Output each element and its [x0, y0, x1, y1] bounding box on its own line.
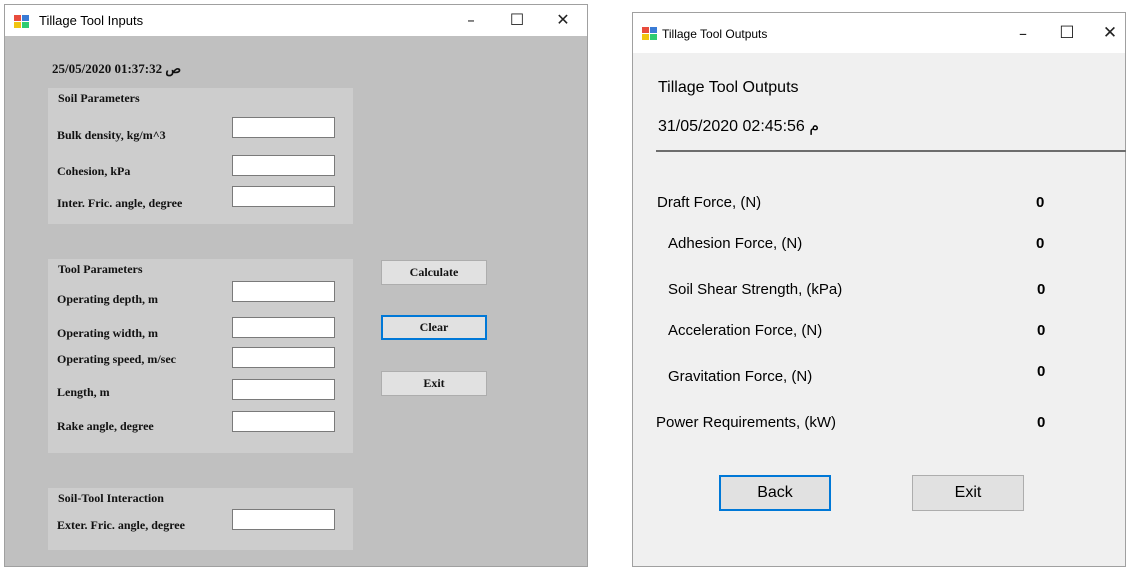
field-label: Rake angle, degree	[57, 419, 154, 433]
maximize-icon[interactable]: ☐	[505, 10, 529, 29]
result-label: Soil Shear Strength, (kPa)	[668, 281, 843, 298]
bulk-density-input[interactable]	[232, 117, 335, 138]
outputs-heading: Tillage Tool Outputs	[658, 79, 799, 96]
operating-width-input[interactable]	[232, 317, 335, 338]
field-label: Cohesion, kPa	[57, 164, 131, 178]
window-title: Tillage Tool Inputs	[39, 13, 144, 28]
field-label: Operating depth, m	[57, 292, 159, 306]
draft-force-value: 0	[1036, 194, 1045, 211]
inputs-titlebar[interactable]: Tillage Tool Inputs – ☐ ✕	[5, 5, 587, 36]
soil-shear-strength-value: 0	[1037, 281, 1046, 298]
minimize-icon[interactable]: –	[1011, 24, 1035, 43]
group-title: Soil Parameters	[58, 91, 140, 105]
outputs-titlebar[interactable]: Tillage Tool Outputs – ☐ ✕	[633, 13, 1125, 53]
app-icon	[642, 27, 658, 41]
outputs-window: Tillage Tool Outputs – ☐ ✕ Tillage Tool …	[632, 12, 1126, 567]
power-requirements-value: 0	[1037, 414, 1046, 431]
tool-parameters-group: Tool Parameters Operating depth, m Opera…	[48, 259, 353, 453]
calculate-button[interactable]: Calculate	[381, 260, 487, 285]
group-title: Soil-Tool Interaction	[58, 491, 164, 505]
result-label: Power Requirements, (kW)	[656, 414, 837, 431]
soil-tool-interaction-group: Soil-Tool Interaction Exter. Fric. angle…	[48, 488, 353, 550]
timestamp-label: 31/05/2020 02:45:56 م	[658, 118, 820, 135]
app-icon	[14, 15, 30, 29]
internal-friction-angle-input[interactable]	[232, 186, 335, 207]
operating-depth-input[interactable]	[232, 281, 335, 302]
rake-angle-input[interactable]	[232, 411, 335, 432]
field-label: Inter. Fric. angle, degree	[57, 196, 183, 210]
window-title: Tillage Tool Outputs	[662, 27, 768, 41]
cohesion-input[interactable]	[232, 155, 335, 176]
length-input[interactable]	[232, 379, 335, 400]
result-label: Gravitation Force, (N)	[668, 368, 813, 385]
acceleration-force-value: 0	[1037, 322, 1046, 339]
soil-parameters-group: Soil Parameters Bulk density, kg/m^3 Coh…	[48, 88, 353, 224]
field-label: Bulk density, kg/m^3	[57, 128, 166, 142]
operating-speed-input[interactable]	[232, 347, 335, 368]
clear-button[interactable]: Clear	[381, 315, 487, 340]
result-label: Adhesion Force, (N)	[668, 235, 803, 252]
result-label: Draft Force, (N)	[657, 194, 762, 211]
close-icon[interactable]: ✕	[1098, 23, 1122, 43]
external-friction-angle-input[interactable]	[232, 509, 335, 530]
field-label: Operating speed, m/sec	[57, 352, 176, 366]
adhesion-force-value: 0	[1036, 235, 1045, 252]
minimize-icon[interactable]: –	[459, 11, 483, 29]
timestamp-label: 25/05/2020 01:37:32 ص	[52, 61, 182, 76]
result-label: Acceleration Force, (N)	[668, 322, 823, 339]
group-title: Tool Parameters	[58, 262, 143, 276]
field-label: Length, m	[57, 385, 110, 399]
divider	[656, 150, 1126, 152]
back-button[interactable]: Back	[719, 475, 831, 511]
maximize-icon[interactable]: ☐	[1055, 23, 1079, 43]
inputs-window: Tillage Tool Inputs – ☐ ✕ 25/05/2020 01:…	[4, 4, 588, 567]
exit-button[interactable]: Exit	[912, 475, 1024, 511]
close-icon[interactable]: ✕	[551, 10, 575, 29]
gravitation-force-value: 0	[1037, 363, 1046, 380]
field-label: Exter. Fric. angle, degree	[57, 518, 185, 532]
field-label: Operating width, m	[57, 326, 159, 340]
exit-button[interactable]: Exit	[381, 371, 487, 396]
